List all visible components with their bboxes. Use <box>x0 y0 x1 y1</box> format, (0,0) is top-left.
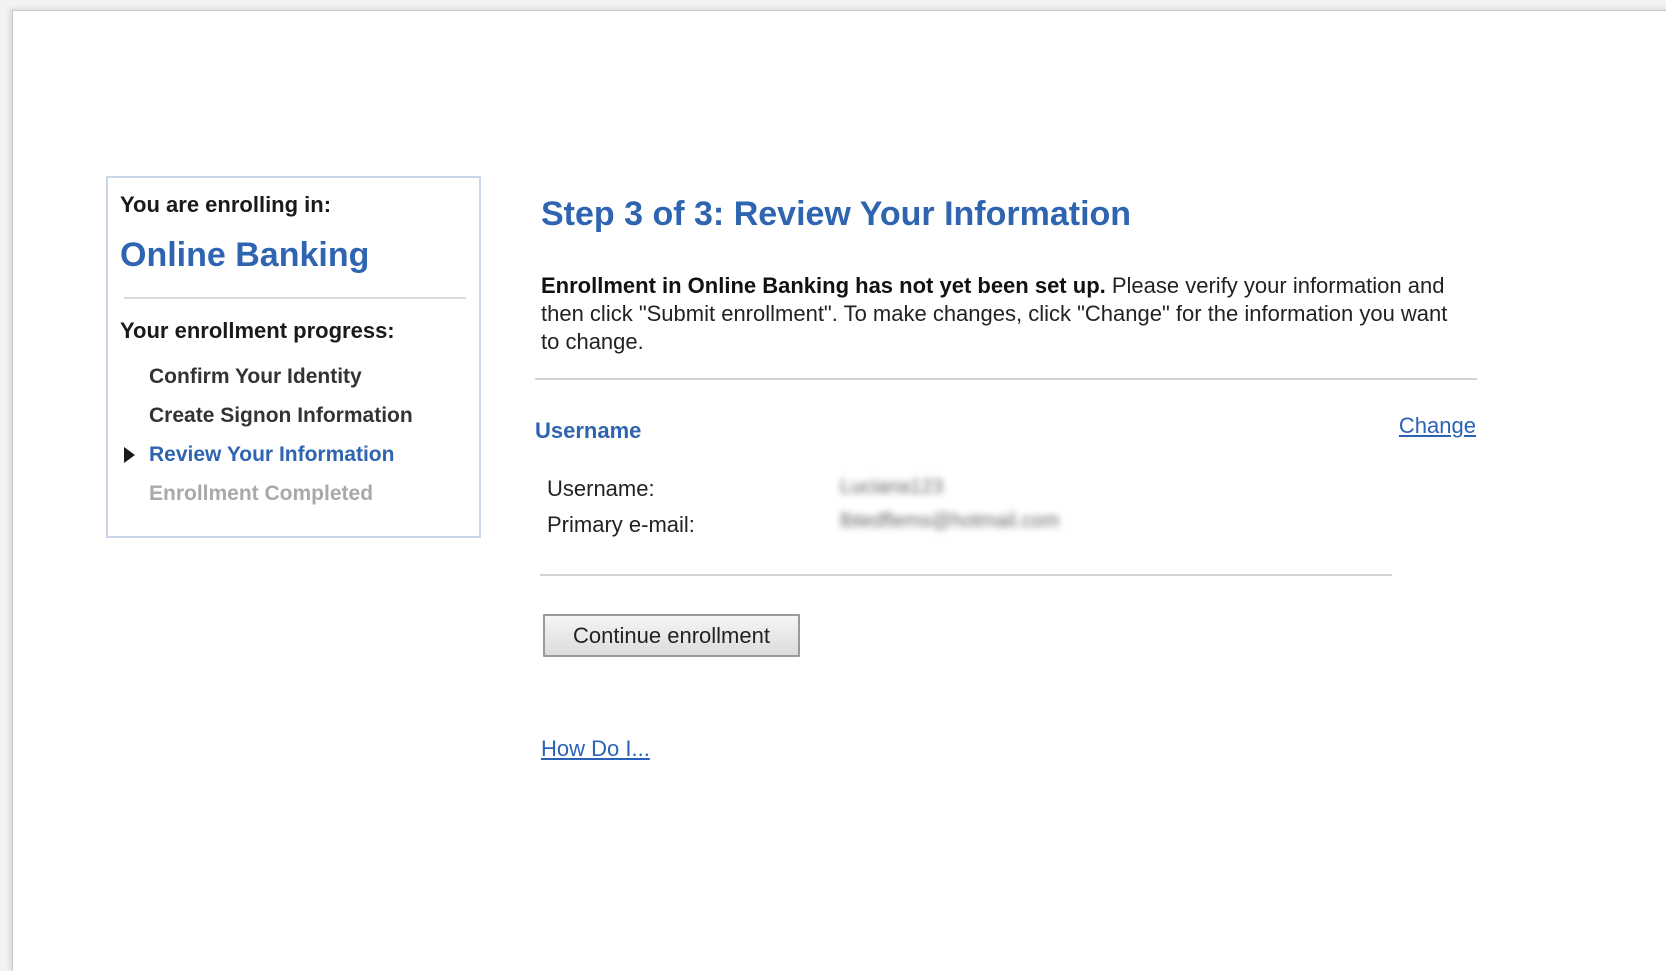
progress-step-label: Create Signon Information <box>149 404 413 427</box>
continue-enrollment-button[interactable]: Continue enrollment <box>543 614 800 657</box>
product-name: Online Banking <box>120 236 370 274</box>
email-value: lbtedflems@hotmail.com <box>840 510 1060 532</box>
sidebar-divider <box>124 297 466 299</box>
email-label: Primary e-mail: <box>547 512 695 537</box>
progress-step-label: Enrollment Completed <box>149 482 374 505</box>
progress-step-label: Confirm Your Identity <box>149 365 362 388</box>
section-divider-bottom <box>540 574 1392 576</box>
enrolling-label: You are enrolling in: <box>120 192 332 217</box>
section-divider-top <box>535 378 1477 380</box>
progress-label: Your enrollment progress: <box>120 318 395 343</box>
intro-bold: Enrollment in Online Banking has not yet… <box>541 273 1106 298</box>
username-value: Luciana123 <box>840 476 944 498</box>
progress-step-enrollment-completed: Enrollment Completed <box>108 481 479 520</box>
username-label: Username: <box>547 476 655 501</box>
change-link[interactable]: Change <box>1399 413 1476 439</box>
page-title: Step 3 of 3: Review Your Information <box>541 195 1132 233</box>
progress-steps: Confirm Your Identity Create Signon Info… <box>108 364 479 520</box>
how-do-i-link[interactable]: How Do I... <box>541 736 650 762</box>
enrollment-sidebar: You are enrolling in: Online Banking You… <box>106 176 481 538</box>
progress-step-label: Review Your Information <box>149 443 395 466</box>
progress-step-confirm-identity: Confirm Your Identity <box>108 364 479 403</box>
username-section-title: Username <box>535 418 642 443</box>
progress-step-review-info: Review Your Information <box>108 442 479 481</box>
current-step-arrow-icon <box>124 447 135 463</box>
progress-step-create-signon: Create Signon Information <box>108 403 479 442</box>
intro-text: Enrollment in Online Banking has not yet… <box>541 272 1461 356</box>
